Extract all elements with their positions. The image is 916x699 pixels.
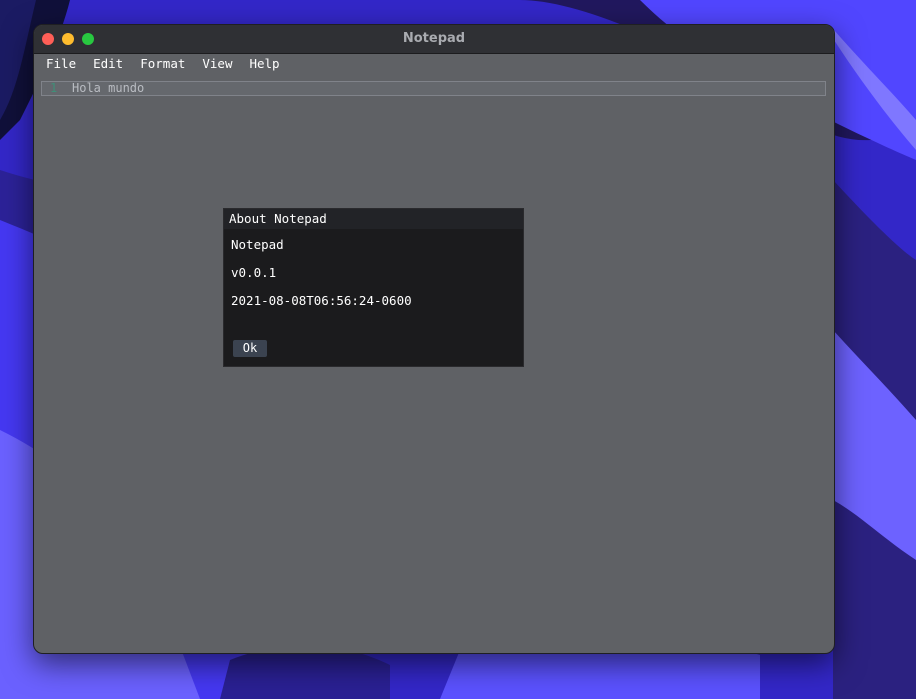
menu-file[interactable]: File xyxy=(40,54,82,74)
menu-edit[interactable]: Edit xyxy=(87,54,129,74)
titlebar: Notepad xyxy=(34,25,834,54)
menu-view[interactable]: View xyxy=(196,54,238,74)
editor-line[interactable]: 1 Hola mundo xyxy=(41,81,826,96)
dialog-app-name: Notepad xyxy=(231,237,284,252)
menu-help[interactable]: Help xyxy=(243,54,285,74)
line-number: 1 xyxy=(50,81,58,95)
menu-bar: File Edit Format View Help xyxy=(34,54,834,74)
window-title: Notepad xyxy=(402,31,466,46)
dialog-version: v0.0.1 xyxy=(231,265,277,280)
about-dialog: About Notepad Notepad v0.0.1 2021-08-08T… xyxy=(223,208,524,367)
dialog-build-date: 2021-08-08T06:56:24-0600 xyxy=(231,293,412,308)
dialog-title: About Notepad xyxy=(224,209,523,229)
line-text[interactable]: Hola mundo xyxy=(72,81,144,95)
menu-format[interactable]: Format xyxy=(134,54,191,74)
ok-button[interactable]: Ok xyxy=(233,340,267,357)
